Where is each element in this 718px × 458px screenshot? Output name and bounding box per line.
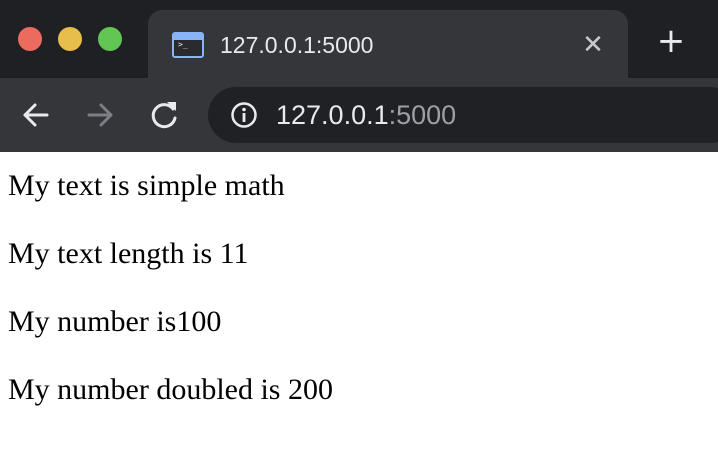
url-port: :5000 xyxy=(388,100,457,130)
plus-icon[interactable]: + xyxy=(656,24,686,58)
text-length-line: My text length is 11 xyxy=(8,237,249,270)
address-bar[interactable]: 127.0.0.1:5000 xyxy=(208,87,718,143)
text-line: My text is simple math xyxy=(8,169,285,202)
close-icon[interactable]: ✕ xyxy=(580,32,606,58)
url-host: 127.0.0.1 xyxy=(276,100,389,130)
number-doubled-line: My number doubled is 200 xyxy=(8,373,333,406)
arrow-left-icon xyxy=(23,103,49,127)
info-icon[interactable] xyxy=(230,101,258,129)
number-line: My number is100 xyxy=(8,305,222,338)
active-tab[interactable]: >_ 127.0.0.1:5000 ✕ xyxy=(148,10,628,78)
terminal-icon: >_ xyxy=(172,32,204,58)
browser-window: >_ 127.0.0.1:5000 ✕ + 127.0.0.1:5000 My … xyxy=(0,0,718,458)
reload-icon xyxy=(151,102,177,129)
reload-button[interactable] xyxy=(146,97,182,133)
window-close-button[interactable] xyxy=(18,27,42,51)
forward-button[interactable] xyxy=(82,97,118,133)
back-button[interactable] xyxy=(18,97,54,133)
tab-title: 127.0.0.1:5000 xyxy=(220,32,374,58)
url-text[interactable]: 127.0.0.1:5000 xyxy=(276,99,456,131)
arrow-right-icon xyxy=(87,103,113,127)
toolbar: 127.0.0.1:5000 xyxy=(0,78,718,152)
tab-strip: >_ 127.0.0.1:5000 ✕ + xyxy=(0,0,718,78)
window-minimize-button[interactable] xyxy=(58,27,82,51)
window-maximize-button[interactable] xyxy=(98,27,122,51)
page-content: My text is simple math My text length is… xyxy=(0,152,718,458)
